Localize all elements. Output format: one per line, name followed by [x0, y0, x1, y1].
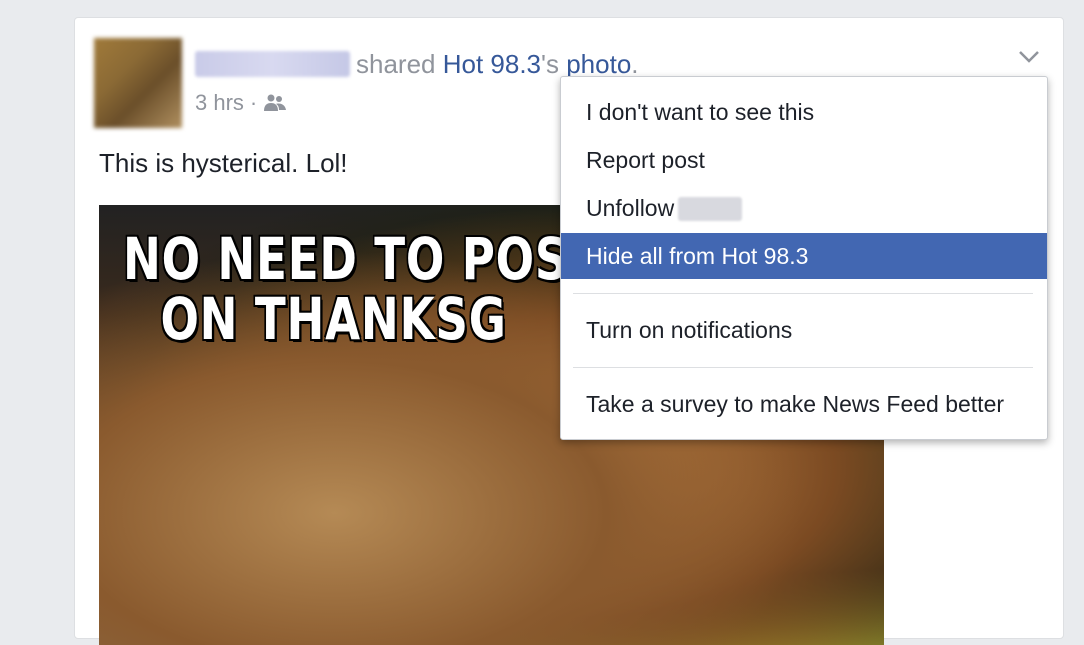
avatar[interactable] [94, 38, 182, 128]
blurred-author-name[interactable] [195, 51, 350, 77]
menu-item-label: Hide all from Hot 98.3 [586, 243, 809, 269]
period-text: . [631, 49, 639, 79]
menu-item-take-survey[interactable]: Take a survey to make News Feed better [561, 381, 1047, 427]
menu-item-label: I don't want to see this [586, 99, 815, 125]
post-text: This is hysterical. Lol! [99, 148, 348, 178]
menu-item-label: Report post [586, 147, 705, 173]
menu-divider [573, 293, 1033, 294]
friends-icon[interactable] [263, 93, 287, 113]
post-meta: 3 hrs · [195, 90, 287, 116]
menu-item-report-post[interactable]: Report post [561, 137, 1047, 183]
menu-item-dont-want-to-see[interactable]: I don't want to see this [561, 89, 1047, 135]
menu-item-label: Take a survey to make News Feed better [586, 391, 1005, 417]
photo-link[interactable]: photo [566, 49, 631, 79]
menu-divider [573, 367, 1033, 368]
shared-text: shared [356, 49, 436, 79]
meta-separator: · [249, 90, 258, 115]
possessive-text: 's [541, 49, 567, 79]
menu-item-hide-all[interactable]: Hide all from Hot 98.3 [561, 233, 1047, 279]
menu-item-label: Turn on notifications [586, 317, 793, 343]
menu-item-turn-on-notifications[interactable]: Turn on notifications [561, 307, 1047, 353]
menu-item-label: Unfollow [586, 195, 675, 221]
chevron-down-icon[interactable] [1017, 44, 1041, 68]
page-name-link[interactable]: Hot 98.3 [443, 49, 541, 79]
menu-item-unfollow[interactable]: Unfollow [561, 185, 1047, 231]
blurred-name [678, 197, 743, 221]
timestamp[interactable]: 3 hrs [195, 90, 244, 116]
post-options-menu: I don't want to see this Report post Unf… [560, 76, 1048, 440]
